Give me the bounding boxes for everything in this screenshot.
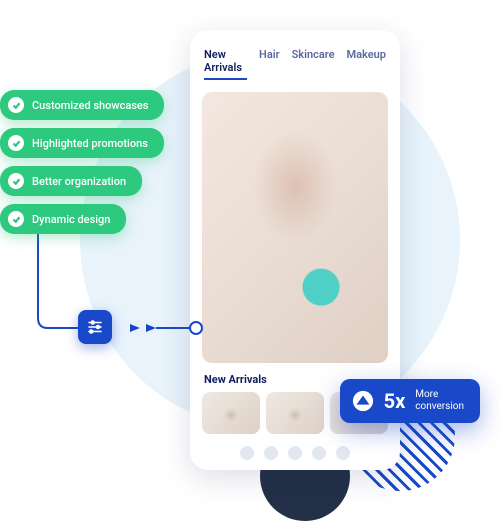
feature-label: Customized showcases	[32, 99, 148, 112]
sliders-icon	[86, 318, 104, 336]
tab-makeup[interactable]: Makeup	[347, 48, 386, 80]
check-icon	[8, 173, 24, 189]
up-arrow-icon	[352, 390, 374, 412]
check-icon	[8, 135, 24, 151]
stat-label: More conversion	[415, 389, 464, 413]
dot[interactable]	[240, 446, 254, 460]
check-icon	[8, 211, 24, 227]
tab-skincare[interactable]: Skincare	[292, 48, 335, 80]
feature-pill: Customized showcases	[0, 90, 164, 120]
product-thumb[interactable]	[202, 392, 260, 434]
dot[interactable]	[264, 446, 278, 460]
hero-image[interactable]	[202, 92, 388, 363]
feature-label: Dynamic design	[32, 213, 110, 226]
conversion-stat: 5x More conversion	[340, 379, 480, 423]
settings-button[interactable]	[78, 310, 112, 344]
feature-list: Customized showcases Highlighted promoti…	[0, 90, 164, 234]
check-icon	[8, 97, 24, 113]
stat-value: 5x	[384, 389, 406, 413]
category-tabs: New Arrivals Hair Skincare Makeup	[190, 30, 400, 88]
feature-label: Better organization	[32, 175, 126, 188]
dot[interactable]	[336, 446, 350, 460]
feature-pill: Better organization	[0, 166, 142, 196]
product-thumb[interactable]	[266, 392, 324, 434]
tab-new-arrivals[interactable]: New Arrivals	[204, 48, 247, 80]
dot[interactable]	[312, 446, 326, 460]
tab-hair[interactable]: Hair	[259, 48, 280, 80]
dot[interactable]	[288, 446, 302, 460]
feature-pill: Highlighted promotions	[0, 128, 164, 158]
feature-pill: Dynamic design	[0, 204, 126, 234]
feature-label: Highlighted promotions	[32, 137, 148, 150]
pagination-dots	[190, 442, 400, 470]
